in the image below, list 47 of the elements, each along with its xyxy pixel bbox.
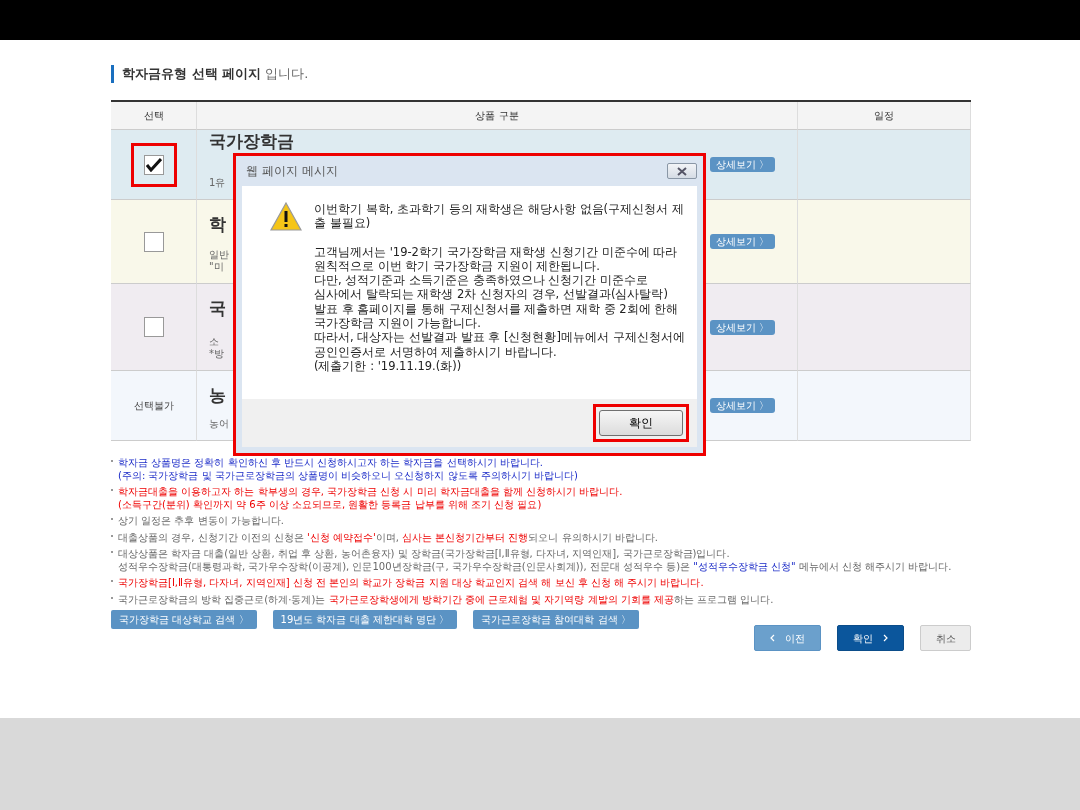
note-text: 상기 일정은 추후 변동이 가능합니다.	[118, 515, 284, 528]
checkbox[interactable]	[143, 317, 164, 337]
product-title: 농	[209, 385, 227, 405]
page-title: 학자금유형 선택 페이지 입니다.	[111, 65, 971, 83]
warning-icon	[270, 202, 302, 231]
previous-button[interactable]: 이전	[754, 625, 821, 651]
chevron-right-icon	[883, 634, 888, 642]
details-button[interactable]: 상세보기 〉	[709, 398, 775, 413]
product-title: 국	[209, 298, 226, 318]
note-text: 성적우수장학금(대통령과학, 국가우수장학(이공계), 인문100년장학금(구, 국가우수장학금(인문사회계)), 전문대 성적우수 등)은 "성적우수장학금 신청" 메뉴에서 신청 해주시기 바랍니다.	[118, 560, 952, 573]
note-text: 대출상품의 경우, 신청기간 이전의 신청은 '신청 예약접수'이며, 심사는 본신청기간부터 진행되오니 유의하시기 바랍니다.	[118, 531, 659, 544]
note-text: 국가근로장학금의 방학 집중근로(하계·동계)는 국가근로장학생에게 방학기간 중에 근로체험 및 자기역량 계발의 기회를 제공하는 프로그램 입니다.	[118, 593, 774, 606]
cancel-button[interactable]: 취소	[920, 625, 971, 651]
product-description: 소	[209, 336, 220, 348]
column-header: 일정	[874, 109, 894, 123]
product-description: *방	[209, 348, 225, 360]
note-text: 학자금대출을 이용하고자 하는 학부생의 경우, 국가장학금 신청 시 미리 학자금대출을 함께 신청하시기 바랍니다.	[118, 486, 623, 499]
link-button[interactable]: 국가근로장학금 참여대학 검색 〉	[473, 610, 639, 629]
checkbox[interactable]	[143, 231, 164, 252]
note-text: 학자금 상품명은 정확히 확인하신 후 반드시 신청하시고자 하는 학자금을 선택하시기 바랍니다.	[118, 457, 544, 470]
close-icon	[676, 166, 688, 176]
details-button[interactable]: 상세보기 〉	[709, 234, 775, 249]
chevron-left-icon	[770, 634, 775, 642]
note-text: (소득구간(분위) 확인까지 약 6주 이상 소요되므로, 원활한 등록금 납부를 위해 조기 신청 필요)	[118, 498, 543, 511]
product-description: 농어	[209, 418, 229, 430]
dialog-message: 고객님께서는 '19-2학기 국가장학금 재학생 신청기간 미준수에 따라 원칙적으로 이번 학기 국가장학금 지원이 제한됩니다. 다만, 성적기준과 소득기준은 충족하였으나 신청기간 미준수로 심사에서 탈락되는 재학생 2차 신청자의 경우, 선발결과(심사탈락) 발표 후 홈페이지를 통해 구제신청서를 제출하면 재학 중 2회에 한해 국가장학금 지원이 가능합니다. 따라서, 대상자는 선발결과 발표 후 [신청현황]메뉴에서 구제신청서에 공인인증서로 서명하여 제출하시기 바랍니다. (제출기한 : '19.11.19.(화))	[314, 244, 685, 374]
note-text: (주의: 국가장학금 및 국가근로장학금의 상품명이 비슷하오니 오신청하지 않도록 주의하시기 바랍니다)	[118, 469, 578, 482]
status-label: 선택불가	[133, 399, 174, 413]
column-header: 상품 구분	[475, 109, 519, 123]
confirm-button[interactable]: 확인	[837, 625, 904, 651]
close-button[interactable]	[667, 163, 697, 179]
checkbox[interactable]	[143, 154, 164, 175]
details-button[interactable]: 상세보기 〉	[709, 157, 775, 172]
link-button[interactable]: 국가장학금 대상학교 검색 〉	[111, 610, 257, 629]
product-description: "미	[209, 261, 225, 273]
note-text: 국가장학금[Ⅰ,Ⅱ유형, 다자녀, 지역인재] 신청 전 본인의 학교가 장학금 지원 대상 학교인지 검색 해 보신 후 신청 해 주시기 바랍니다.	[118, 577, 704, 590]
dialog-message: 이번학기 복학, 초과학기 등의 재학생은 해당사항 없음(구제신청서 제 출 불필요)	[314, 202, 685, 231]
product-title: 학	[209, 214, 227, 234]
ok-button[interactable]: 확인	[599, 410, 683, 436]
note-text: 대상상품은 학자금 대출(일반 상환, 취업 후 상환, 농어촌융자) 및 장학금(국가장학금[Ⅰ,Ⅱ유형, 다자녀, 지역인재], 국가근로장학금)입니다.	[118, 548, 731, 561]
product-title: 국가장학금	[209, 131, 294, 151]
column-header: 선택	[143, 109, 164, 123]
dialog-title: 웹 페이지 메시지	[246, 163, 338, 180]
product-description: 1유	[209, 177, 227, 189]
link-button[interactable]: 19년도 학자금 대출 제한대학 명단 〉	[272, 610, 458, 629]
details-button[interactable]: 상세보기 〉	[709, 319, 775, 335]
product-description: 일반	[209, 249, 229, 261]
